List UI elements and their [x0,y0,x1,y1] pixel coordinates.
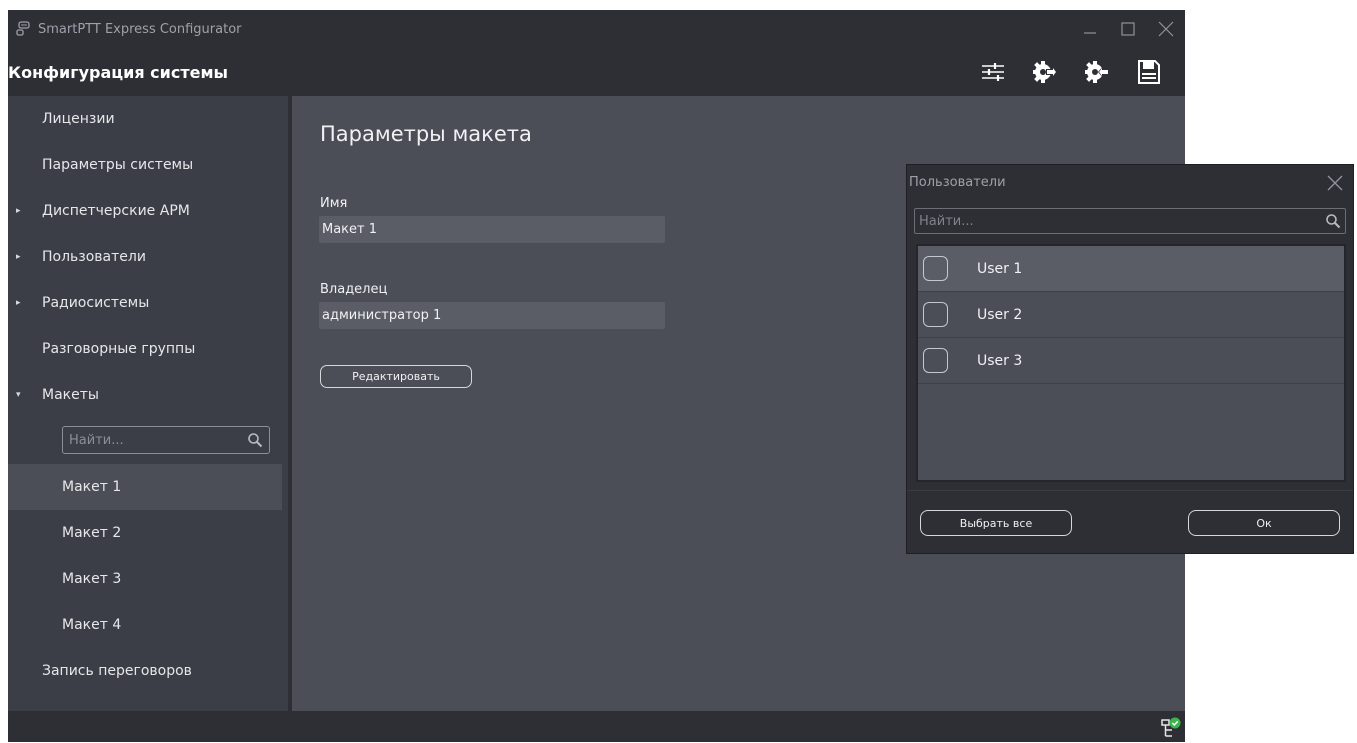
owner-value: администратор 1 [322,308,442,323]
user-checkbox[interactable] [923,256,948,281]
search-icon[interactable] [247,432,263,452]
users-dialog: Пользователи User 1 User 2 User 3 Выбрат… [906,164,1354,554]
sidebar-item-label: Диспетчерские АРМ [42,203,190,219]
sidebar-item-layout-4[interactable]: Макет 4 [8,602,282,648]
import-config-button[interactable] [1071,52,1123,92]
page-title: Параметры макета [320,122,532,146]
sidebar-item-layout-2[interactable]: Макет 2 [8,510,282,556]
layout-search-input[interactable] [69,432,239,448]
edit-button[interactable]: Редактировать [320,365,472,388]
sidebar-item-label: Лицензии [42,111,115,127]
user-name: User 1 [977,260,1023,277]
dialog-title: Пользователи [909,175,1006,190]
close-icon [1327,175,1343,191]
layout-search-field[interactable] [62,426,270,454]
collapse-arrow-icon[interactable]: ▾ [16,390,26,400]
sidebar-item-label: Параметры системы [42,157,194,173]
sidebar-item-licenses[interactable]: Лицензии [8,96,282,142]
close-icon [1158,21,1174,37]
dialog-footer-divider [907,490,1353,491]
sidebar-item-label: Макет 1 [62,479,122,495]
sidebar-item-system-params[interactable]: Параметры системы [8,142,282,188]
toolbar [967,48,1175,96]
user-row-3[interactable]: User 3 [918,338,1344,384]
sidebar-item-label: Разговорные группы [42,341,196,357]
owner-field: администратор 1 [319,302,665,329]
export-config-button[interactable] [1019,52,1071,92]
users-list: User 1 User 2 User 3 [916,244,1346,482]
app-logo-icon [16,21,32,37]
close-window-button[interactable] [1147,10,1185,48]
sidebar-item-layout-3[interactable]: Макет 3 [8,556,282,602]
window-titlebar: SmartPTT Express Configurator [8,10,1185,48]
sidebar-item-label: Пользователи [42,249,146,265]
connection-status-icon[interactable] [1161,717,1181,739]
expand-arrow-icon[interactable]: ▸ [16,298,26,308]
search-icon[interactable] [1325,213,1341,233]
page-header-title: Конфигурация системы [8,62,229,82]
minimize-icon [1084,32,1096,34]
minimize-button[interactable] [1071,10,1109,48]
sidebar-item-label: Макет 3 [62,571,122,587]
sidebar-nav: Лицензии Параметры системы ▸ Диспетчерск… [8,96,288,711]
sidebar-item-users[interactable]: ▸ Пользователи [8,234,282,280]
sidebar-item-layouts[interactable]: ▾ Макеты [8,372,282,418]
name-label: Имя [320,196,348,211]
sidebar-item-layout-1[interactable]: Макет 1 [8,464,282,510]
owner-label: Владелец [320,282,388,297]
user-row-1[interactable]: User 1 [918,246,1344,292]
window-title: SmartPTT Express Configurator [38,21,242,37]
name-value: Макет 1 [322,222,378,237]
save-button[interactable] [1123,52,1175,92]
user-name: User 2 [977,306,1023,323]
user-search-input[interactable] [919,213,1299,229]
ok-button[interactable]: Ок [1188,510,1340,536]
sidebar-item-call-recording[interactable]: Запись переговоров [8,648,282,694]
sidebar-item-label: Макет 2 [62,525,122,541]
name-field: Макет 1 [319,216,665,243]
user-checkbox[interactable] [923,348,948,373]
sidebar-item-label: Запись переговоров [42,663,192,679]
export-gear-icon [1033,61,1057,83]
save-icon [1138,60,1160,84]
status-bar [8,711,1185,742]
user-checkbox[interactable] [923,302,948,327]
sidebar-item-radio-systems[interactable]: ▸ Радиосистемы [8,280,282,326]
sidebar-item-dispatch-consoles[interactable]: ▸ Диспетчерские АРМ [8,188,282,234]
sidebar-item-talkgroups[interactable]: Разговорные группы [8,326,282,372]
header-bar: Конфигурация системы [8,48,1185,96]
sidebar-item-label: Макеты [42,387,99,403]
user-search-field[interactable] [914,208,1346,234]
expand-arrow-icon[interactable]: ▸ [16,206,26,216]
expand-arrow-icon[interactable]: ▸ [16,252,26,262]
settings-sliders-icon [982,63,1004,81]
sidebar-item-label: Макет 4 [62,617,122,633]
window-controls [1071,10,1185,48]
dialog-close-button[interactable] [1325,173,1345,193]
sidebar-item-label: Радиосистемы [42,295,150,311]
maximize-icon [1121,22,1135,36]
maximize-button[interactable] [1109,10,1147,48]
user-name: User 3 [977,352,1023,369]
import-gear-icon [1085,61,1109,83]
settings-button[interactable] [967,52,1019,92]
select-all-button[interactable]: Выбрать все [920,510,1072,536]
user-row-2[interactable]: User 2 [918,292,1344,338]
